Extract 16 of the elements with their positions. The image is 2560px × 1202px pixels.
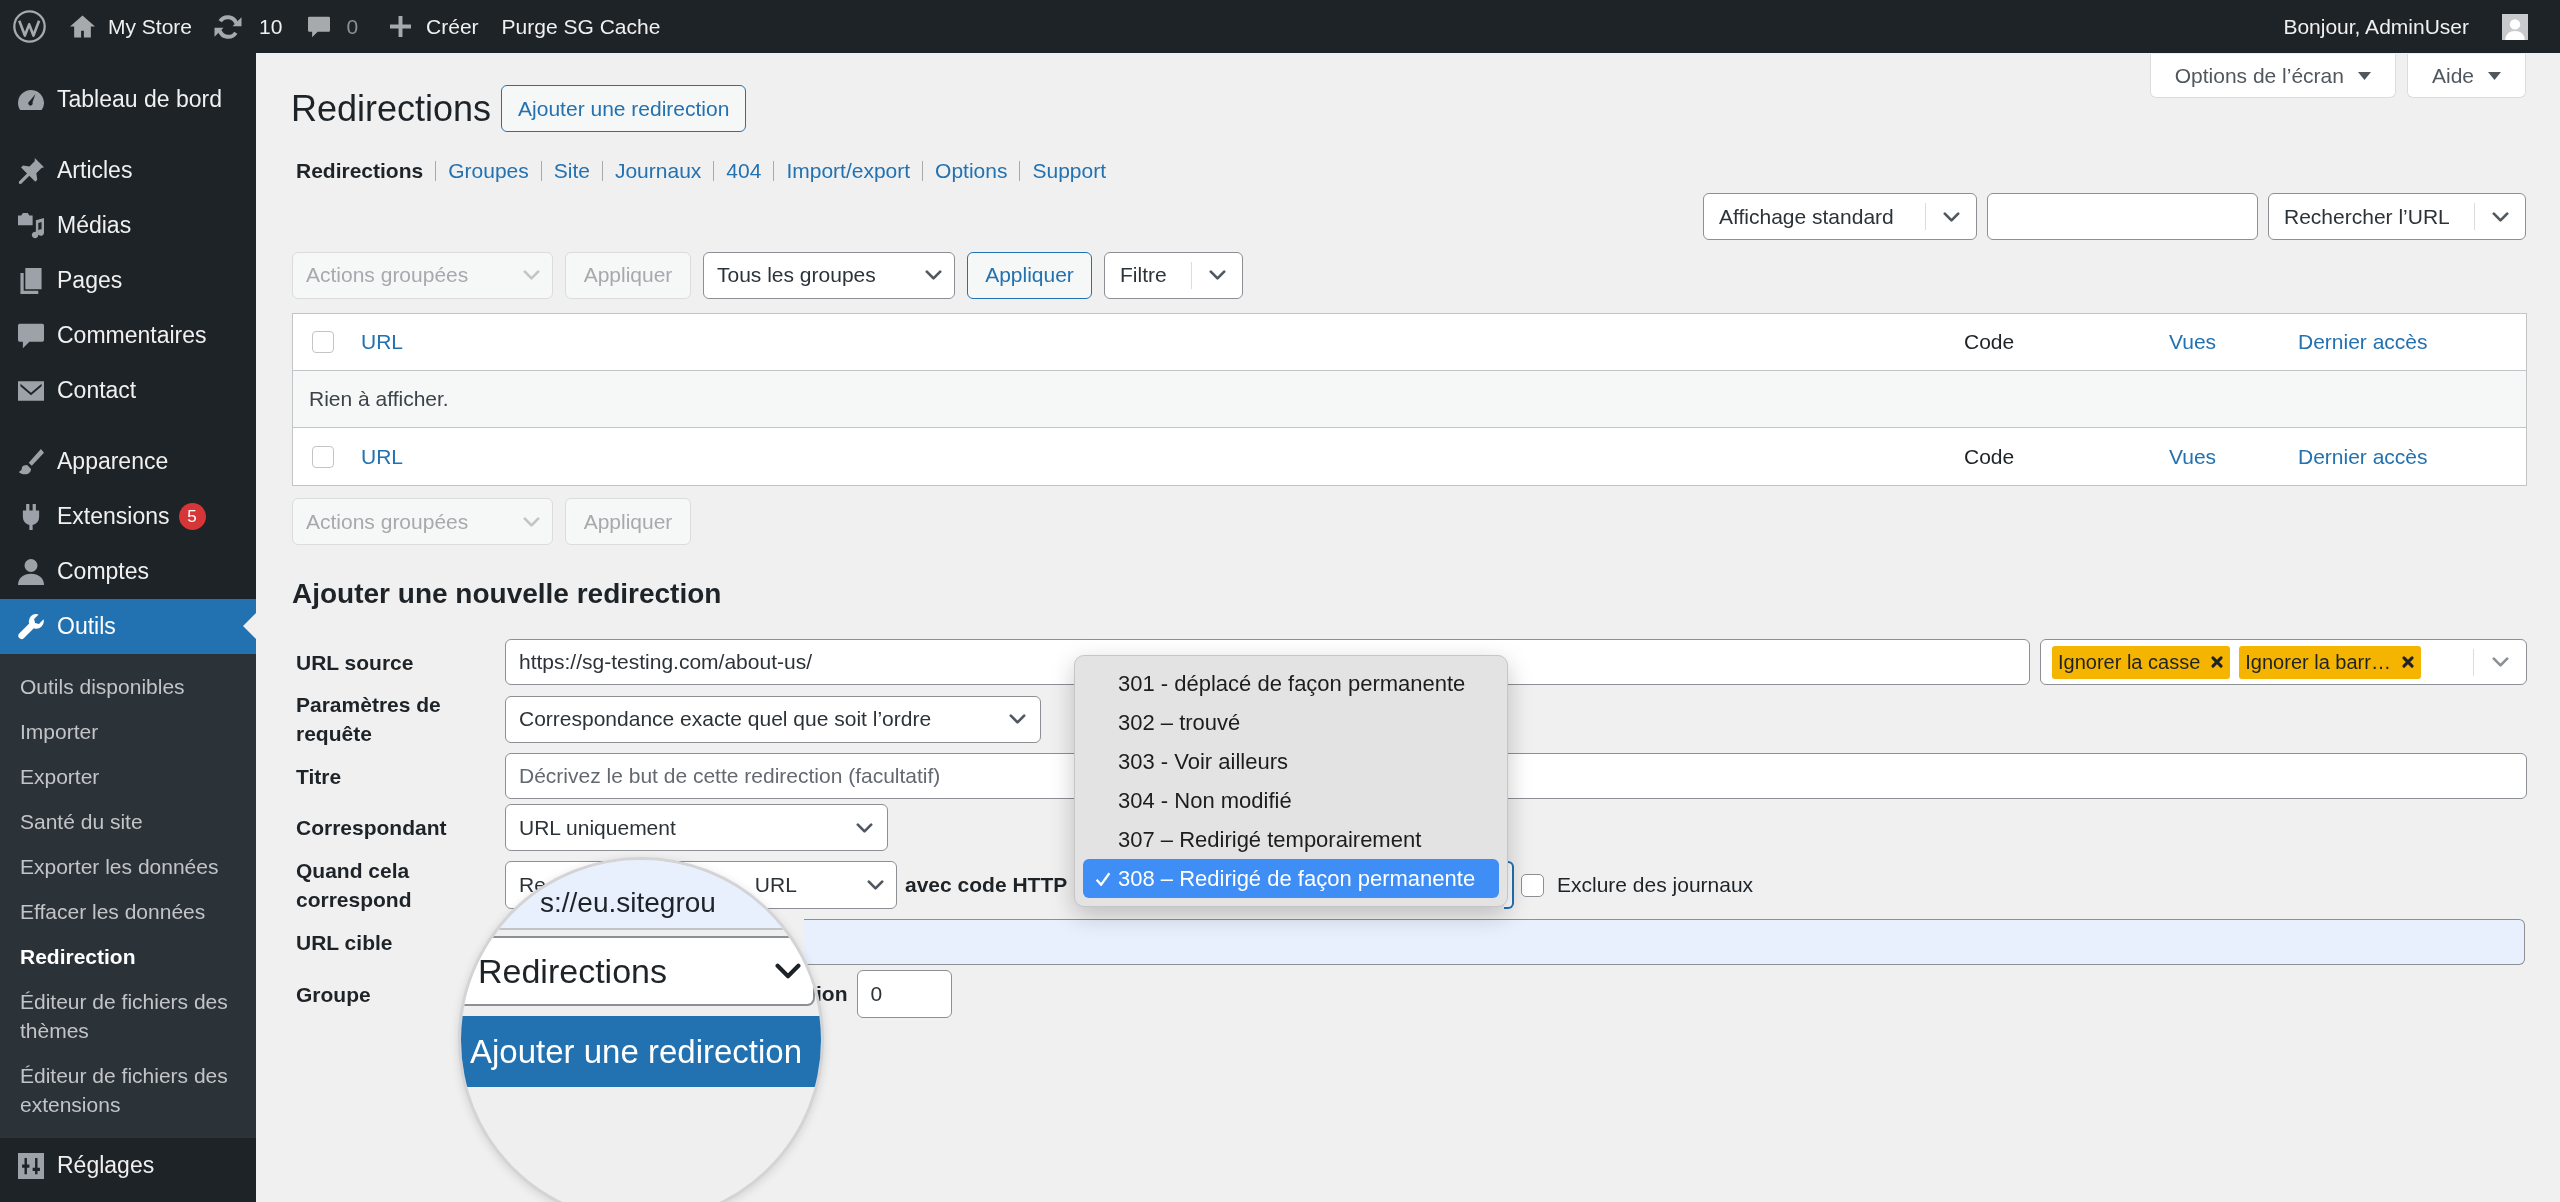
field-label: Groupe <box>296 981 371 1008</box>
code-label: avec code HTTP <box>905 872 1068 899</box>
field-label: Correspondant <box>296 815 447 841</box>
update-count: 5 <box>178 503 206 530</box>
select-text: URL <box>754 875 797 895</box>
field-label: Titre <box>296 763 342 790</box>
exclude-logs-label: Exclure des journaux <box>1557 872 1754 899</box>
field-label: Quand cela correspond <box>296 858 413 913</box>
column-header: Code <box>1964 443 2015 470</box>
section-heading: Ajouter une nouvelle redirection <box>292 577 722 611</box>
field-label: URL source <box>296 649 414 676</box>
field-label: URL cible <box>296 929 393 956</box>
field-label: Paramètres de requête <box>296 692 442 747</box>
empty-message: Rien à afficher. <box>309 386 449 413</box>
page-title: Redirections <box>291 87 492 131</box>
column-header: Code <box>1964 329 2015 356</box>
